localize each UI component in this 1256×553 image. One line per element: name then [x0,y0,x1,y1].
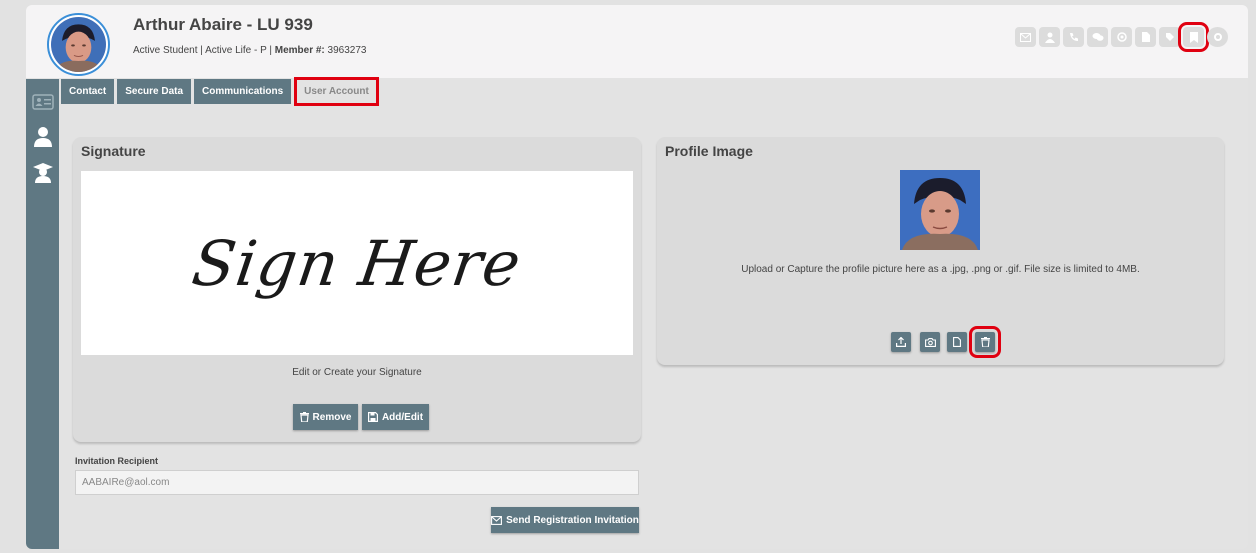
tab-bar: Contact Secure Data Communications User … [61,77,379,106]
file-icon [953,337,961,347]
profile-image-caption: Upload or Capture the profile picture he… [741,264,1140,275]
trash-icon [299,412,309,422]
id-card-icon[interactable] [32,91,54,113]
envelope-icon [491,515,503,525]
support-icon[interactable] [1111,27,1132,47]
graduate-icon[interactable] [32,162,54,184]
member-number: 3963273 [327,45,367,56]
signature-caption: Edit or Create your Signature [292,367,422,378]
send-invitation-label: Send Registration Invitation [506,514,639,526]
left-sidebar [26,79,59,549]
tag-icon[interactable] [1159,27,1180,47]
document-icon[interactable] [1135,27,1156,47]
camera-button[interactable] [920,332,940,352]
add-edit-label: Add/Edit [381,411,424,423]
file-button[interactable] [947,332,967,352]
send-registration-invitation-button[interactable]: Send Registration Invitation [491,507,639,533]
tab-user-account[interactable]: User Account [294,77,379,106]
quick-actions [1015,22,1228,52]
signature-card: Signature Sign Here Edit or Create your … [73,137,641,442]
invitation-recipient-input[interactable] [75,470,639,495]
remove-signature-button[interactable]: Remove [293,404,358,430]
add-edit-signature-button[interactable]: Add/Edit [362,404,429,430]
phone-icon[interactable] [1063,27,1084,47]
member-status-line: Active Student | Active Life - P | Membe… [133,45,366,56]
signature-sample: Sign Here [188,226,526,300]
bookmark-icon[interactable] [1178,22,1209,52]
envelope-icon[interactable] [1015,27,1036,47]
save-icon [367,412,378,422]
camera-icon [924,337,936,347]
tab-contact[interactable]: Contact [61,79,115,104]
member-name: Arthur Abaire - LU 939 [133,15,313,34]
delete-image-button[interactable] [969,326,1001,358]
profile-photo-image [900,170,980,250]
trash-icon [980,337,990,347]
avatar [47,13,110,76]
signature-title: Signature [81,143,146,159]
remove-label: Remove [312,411,352,423]
upload-icon [896,337,906,347]
upload-button[interactable] [891,332,911,352]
user-icon[interactable] [32,126,54,148]
profile-photo [900,170,980,250]
invitation-recipient-label: Invitation Recipient [75,456,159,466]
tab-secure-data[interactable]: Secure Data [117,79,192,104]
member-status: Active Student | Active Life - P | [133,45,275,56]
profile-image-card: Profile Image Upload or Capture the prof… [657,137,1224,365]
tab-communications[interactable]: Communications [194,79,292,104]
user-icon[interactable] [1039,27,1060,47]
profile-image-title: Profile Image [665,143,753,159]
member-number-label: Member #: [274,45,325,56]
avatar-photo [51,17,106,72]
chat-icon[interactable] [1087,27,1108,47]
signature-canvas[interactable]: Sign Here [81,171,633,355]
settings-icon[interactable] [1207,27,1228,47]
